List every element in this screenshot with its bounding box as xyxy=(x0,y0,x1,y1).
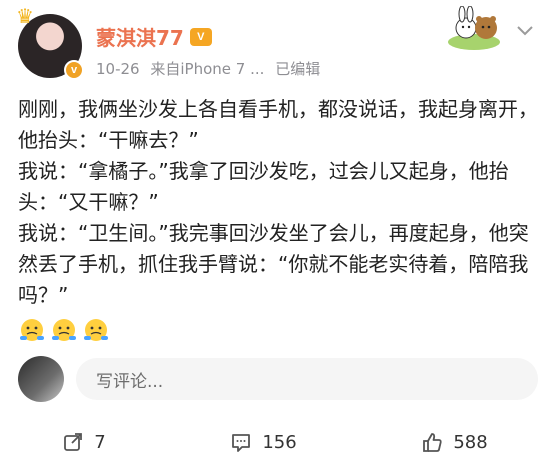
crown-icon: ♛ xyxy=(16,4,34,28)
sticker-icon xyxy=(448,6,500,50)
chevron-down-icon[interactable] xyxy=(515,24,535,38)
shrug-emoji-icon xyxy=(20,319,44,341)
comment-placeholder: 写评论... xyxy=(96,371,164,392)
post-meta: 10-26 来自iPhone 7 ... 已编辑 xyxy=(96,58,326,79)
comment-icon xyxy=(232,434,251,452)
author-avatar[interactable]: ♛ v xyxy=(16,4,84,80)
edited-label[interactable]: 已编辑 xyxy=(275,60,320,78)
repost-button[interactable]: 7 xyxy=(62,431,106,453)
current-user-avatar[interactable] xyxy=(18,356,64,402)
vip-icon[interactable]: V xyxy=(189,27,212,46)
like-count: 588 xyxy=(453,431,488,453)
post-date: 10-26 xyxy=(96,60,140,78)
shrug-emoji-icon xyxy=(52,319,76,341)
emoji-row xyxy=(18,316,110,344)
repost-count: 7 xyxy=(94,431,106,453)
comment-bar: 写评论... xyxy=(18,352,538,406)
verified-badge-icon: v xyxy=(64,60,84,80)
content-line: 我说：“拿橘子。”我拿了回沙发吃，过会儿又起身，他抬头：“又干嘛？” xyxy=(18,159,509,214)
post-header: ♛ v 蒙淇淇77 V 10-26 来自iPhone 7 ... 已编辑 xyxy=(0,0,550,90)
post-actions: 7 156 588 xyxy=(0,420,550,464)
content-line: 刚刚，我俩坐沙发上各自看手机，都没说话，我起身离开，他抬头：“干嘛去？” xyxy=(18,97,538,152)
like-button[interactable]: 588 xyxy=(421,431,488,453)
repost-icon xyxy=(64,433,83,451)
post-source[interactable]: 来自iPhone 7 ... xyxy=(150,60,264,78)
shrug-emoji-icon xyxy=(84,319,108,341)
username-row: 蒙淇淇77 V xyxy=(96,22,212,51)
content-line: 我说：“卫生间。”我完事回沙发坐了会儿，再度起身，他突然丢了手机，抓住我手臂说：… xyxy=(18,221,529,307)
comment-button[interactable]: 156 xyxy=(230,431,297,453)
post-content: 刚刚，我俩坐沙发上各自看手机，都没说话，我起身离开，他抬头：“干嘛去？” 我说：… xyxy=(18,94,538,311)
username-link[interactable]: 蒙淇淇77 xyxy=(96,22,184,51)
comment-input[interactable]: 写评论... xyxy=(76,358,538,400)
comment-count: 156 xyxy=(262,431,297,453)
thumbs-up-icon xyxy=(423,433,442,452)
